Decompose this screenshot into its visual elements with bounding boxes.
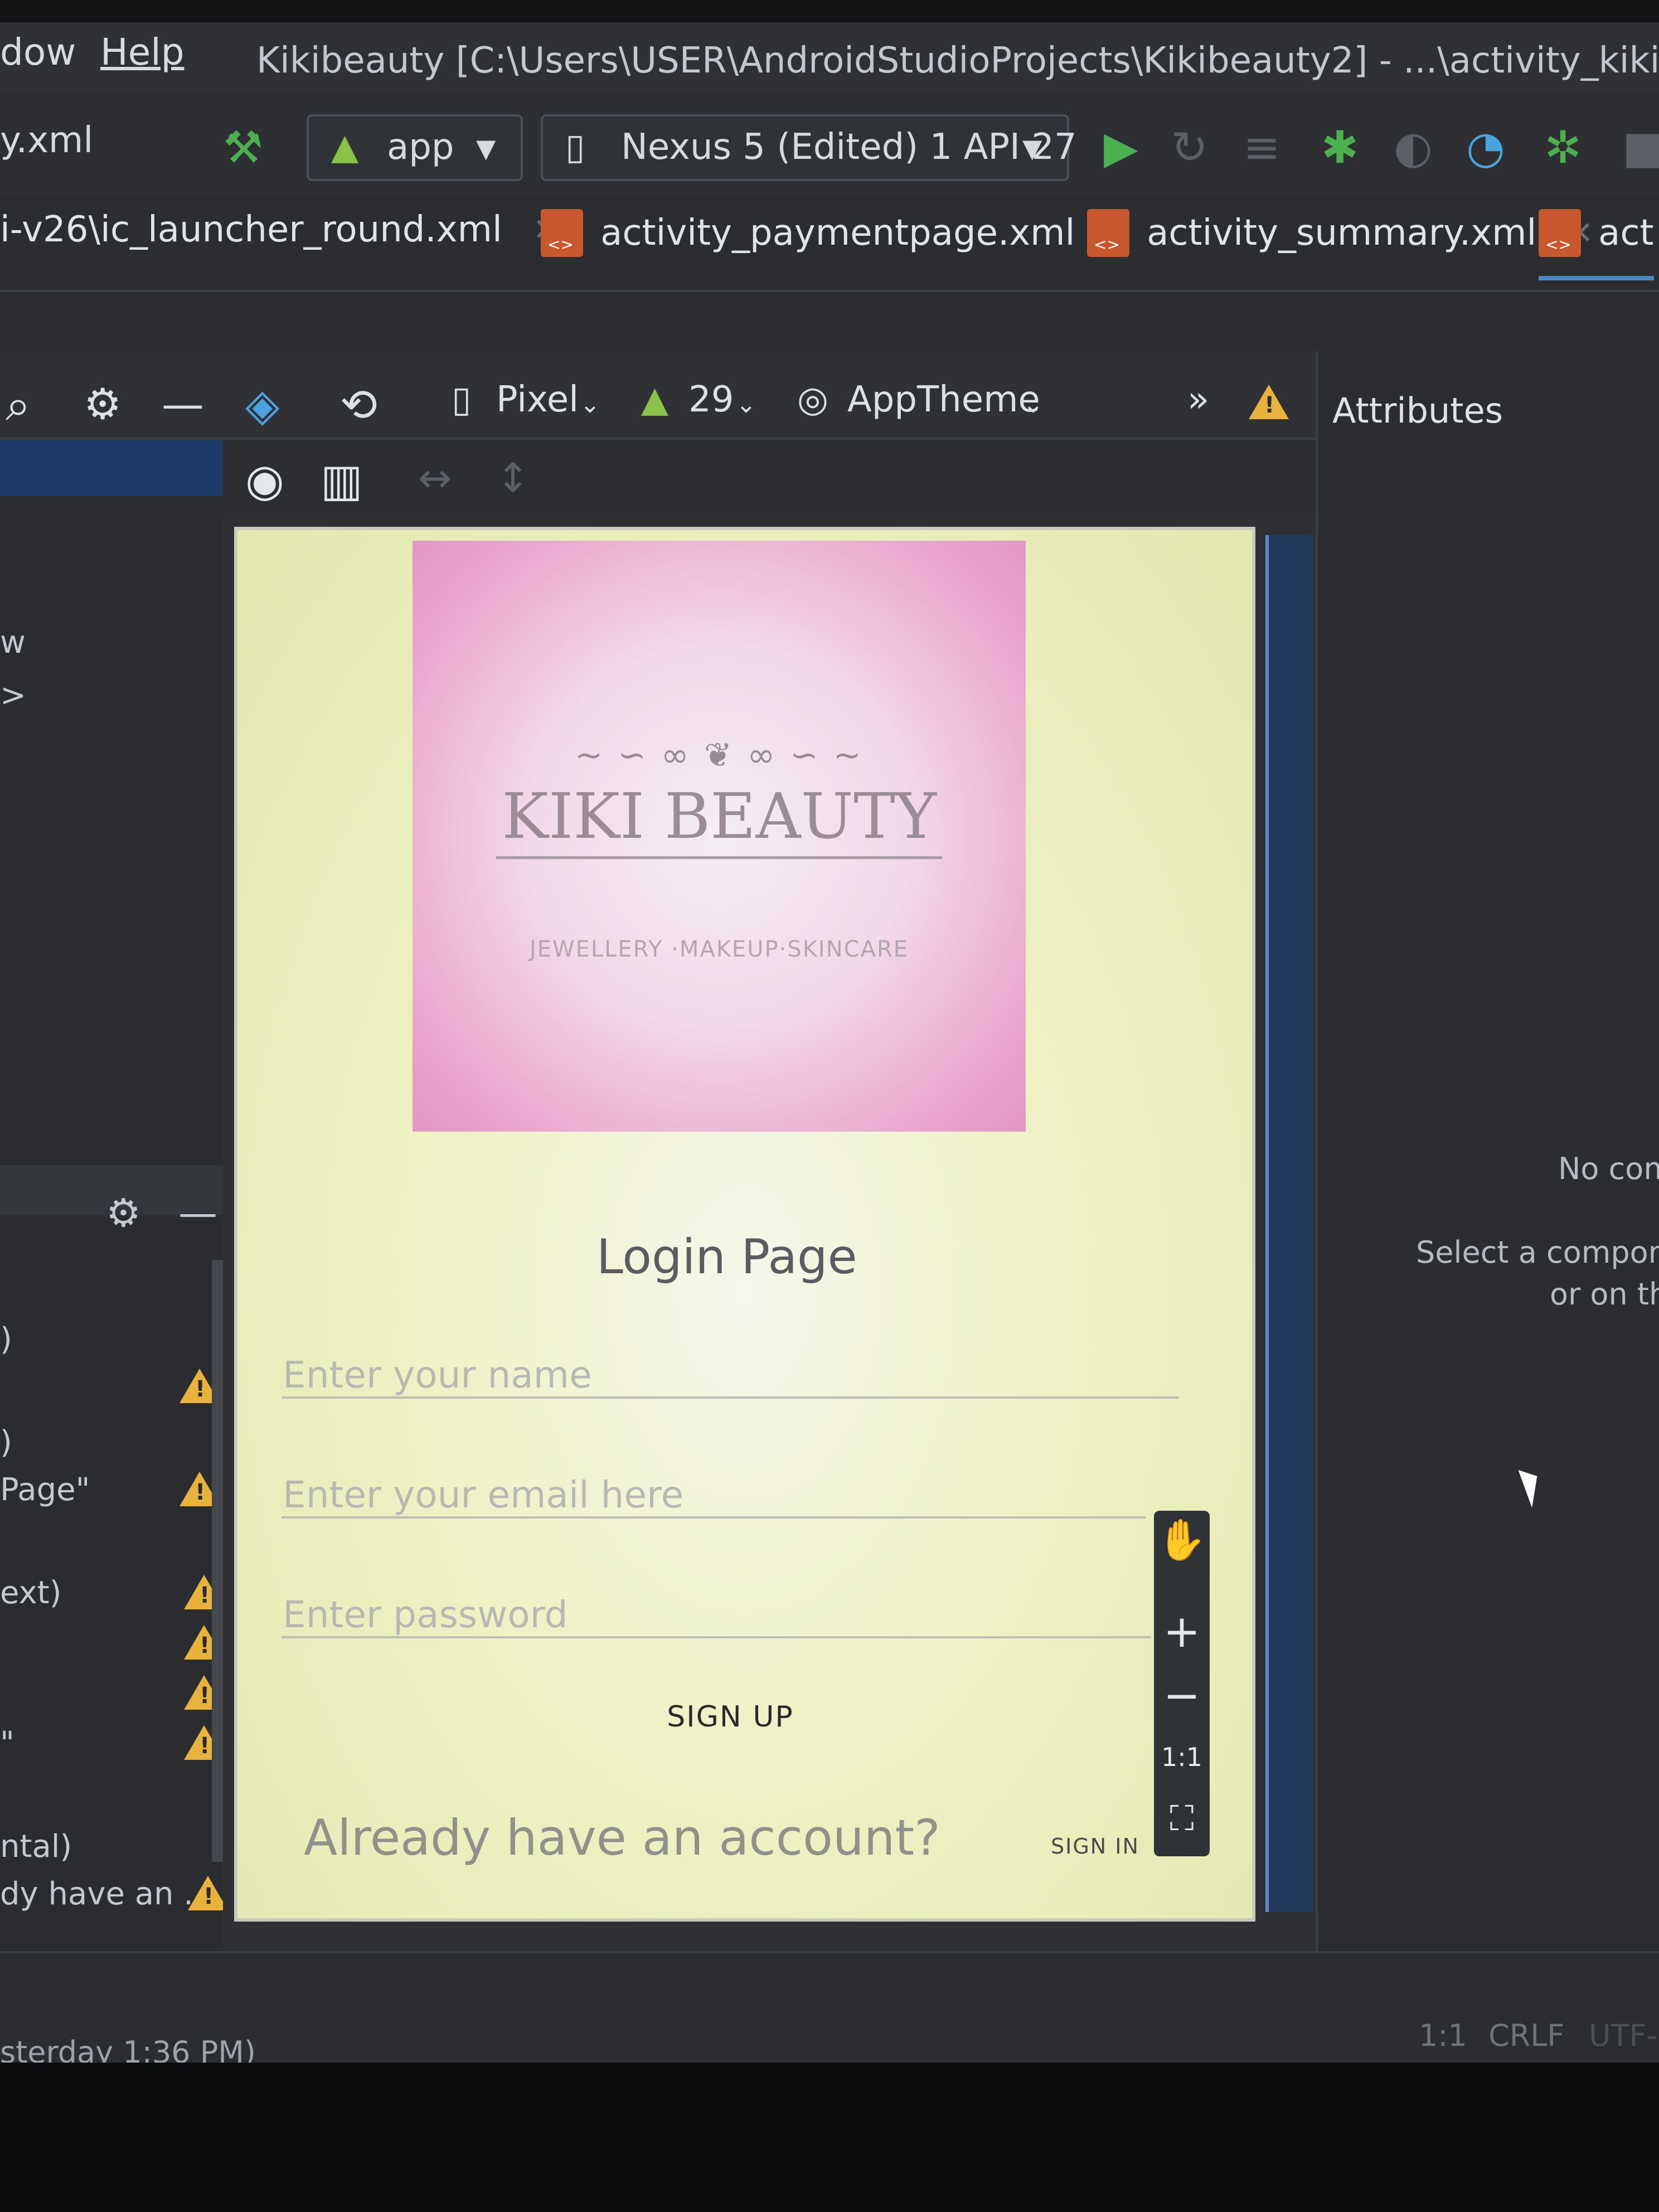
gear-icon[interactable]: ⚙ — [84, 379, 122, 429]
line-ending[interactable]: CRLF — [1488, 2018, 1564, 2053]
tree-item[interactable]: " — [0, 1725, 14, 1762]
tree-item[interactable]: ) — [0, 1321, 12, 1357]
file-encoding[interactable]: UTF-8 — [1589, 2018, 1659, 2053]
tree-item[interactable]: ntal) — [0, 1828, 72, 1865]
layout-file-icon — [541, 209, 583, 257]
tab-activity-summary[interactable]: activity_summary.xml ✕ — [1087, 209, 1593, 276]
chevron-down-icon: ▼ — [1022, 133, 1042, 163]
device-icon: ▯ — [565, 127, 585, 168]
zoom-out-button[interactable]: − — [1154, 1670, 1210, 1721]
theme-select[interactable]: AppTheme — [847, 379, 1040, 420]
vertical-resize-icon[interactable]: ↕ — [496, 454, 530, 501]
gear-icon[interactable]: ⚙ — [106, 1190, 141, 1236]
run-config-label: app — [387, 127, 454, 168]
signup-button[interactable]: SIGN UP — [641, 1700, 819, 1734]
android-icon: ▲ — [641, 379, 669, 420]
search-icon[interactable]: ⌕ — [6, 379, 31, 431]
debug-icon[interactable]: ✱ — [1321, 125, 1359, 170]
file-breadcrumb[interactable]: y.xml — [0, 120, 93, 161]
name-placeholder: Enter your name — [283, 1354, 592, 1396]
password-field[interactable]: Enter password — [282, 1583, 1151, 1638]
tab-activity-kikiloginactivity[interactable]: act — [1539, 209, 1654, 280]
attach-debugger-icon[interactable]: ◐ — [1394, 125, 1433, 170]
device-label: Nexus 5 (Edited) 1 API 27 — [621, 127, 1077, 168]
android-icon: ▲ — [331, 127, 359, 168]
warning-icon[interactable] — [1249, 385, 1289, 419]
logo-subtitle: JEWELLERY ·MAKEUP·SKINCARE — [529, 937, 909, 962]
attributes-title: Attributes — [1332, 390, 1503, 431]
hammer-icon[interactable]: ⚒ — [223, 125, 263, 170]
tab-ic-launcher-round[interactable]: i-v26\ic_launcher_round.xml ✕ — [0, 209, 559, 276]
attach-process-icon[interactable]: ✲ — [1544, 125, 1582, 170]
tree-item[interactable]: dy have an ... — [0, 1876, 214, 1912]
caret-position[interactable]: 1:1 — [1419, 2018, 1467, 2053]
collapse-icon[interactable]: — — [178, 1190, 217, 1236]
logo-ornament: ~ ∽ ∞ ❦ ∞ ∽ ~ — [575, 736, 864, 775]
window-title: Kikibeauty [C:\Users\USER\AndroidStudioP… — [256, 40, 1659, 81]
select-component-hint-line2: or on th — [1550, 1277, 1659, 1312]
chevron-down-icon: ▼ — [476, 133, 496, 163]
overflow-button[interactable]: » — [1187, 379, 1209, 420]
api-level-select[interactable]: 29 — [688, 379, 734, 420]
rerun-icon[interactable]: ↻ — [1171, 125, 1208, 170]
status-message: sterday 1:36 PM) — [0, 2035, 256, 2063]
no-component-message: No com — [1558, 1151, 1659, 1186]
zoom-in-button[interactable]: + — [1154, 1605, 1210, 1657]
email-field[interactable]: Enter your email here — [282, 1463, 1146, 1519]
tab-label: activity_paymentpage.xml — [600, 212, 1075, 254]
already-have-account-text[interactable]: Already have an account? — [304, 1809, 940, 1866]
palette-item[interactable]: w — [0, 624, 26, 661]
login-page-heading[interactable]: Login Page — [596, 1229, 857, 1285]
menu-window[interactable]: dow — [0, 31, 76, 74]
zoom-one-to-one-button[interactable]: 1:1 — [1154, 1742, 1210, 1772]
orientation-icon[interactable]: ⟲ — [340, 379, 377, 431]
horizontal-resize-icon[interactable]: ↔ — [418, 454, 452, 501]
eye-icon[interactable]: ◉ — [245, 454, 284, 506]
monitor-bezel — [0, 0, 1659, 22]
warning-icon[interactable] — [188, 1876, 228, 1910]
stop-icon[interactable]: ■ — [1622, 125, 1659, 170]
password-placeholder: Enter password — [283, 1593, 568, 1636]
email-placeholder: Enter your email here — [283, 1473, 684, 1516]
run-config-select[interactable]: ▲ app ▼ — [307, 114, 523, 181]
pan-hand-icon[interactable]: ✋ — [1154, 1516, 1210, 1564]
select-component-hint: Select a compone — [1416, 1235, 1659, 1270]
zoom-to-fit-icon[interactable]: ⛶ — [1154, 1798, 1210, 1839]
tab-label: act — [1598, 212, 1654, 254]
tree-scrollbar[interactable] — [212, 1260, 223, 1862]
collapse-icon[interactable]: — — [162, 379, 204, 429]
tree-item[interactable]: ) — [0, 1424, 12, 1461]
tab-label: activity_summary.xml — [1147, 212, 1537, 254]
layers-icon[interactable]: ◈ — [245, 379, 280, 431]
tab-label: i-v26\ic_launcher_round.xml — [0, 209, 502, 250]
menu-help[interactable]: Help — [100, 31, 184, 74]
device-pixel-select[interactable]: Pixel — [496, 379, 579, 420]
phone-icon: ▯ — [452, 379, 472, 420]
chevron-down-icon: ⌄ — [1023, 390, 1044, 419]
palette-item[interactable]: > — [0, 677, 26, 714]
run-icon[interactable]: ▶ — [1104, 125, 1138, 170]
apply-changes-icon[interactable]: ≡ — [1243, 125, 1280, 170]
chevron-down-icon: ⌄ — [580, 390, 600, 419]
device-select[interactable]: ▯ Nexus 5 (Edited) 1 API 27 ▼ — [541, 114, 1077, 181]
theme-icon: ◎ — [797, 379, 828, 420]
tree-item[interactable]: Page" — [0, 1472, 90, 1508]
signin-button[interactable]: SIGN IN — [1051, 1834, 1139, 1859]
android-studio-window: dow Help Kikibeauty [C:\Users\USER\Andro… — [0, 0, 1659, 2063]
blueprint-preview-strip[interactable] — [1265, 535, 1313, 1912]
tab-activity-paymentpage[interactable]: activity_paymentpage.xml ✕ — [541, 209, 1132, 276]
chevron-down-icon: ⌄ — [736, 390, 756, 419]
layout-file-icon — [1539, 209, 1581, 257]
selected-palette-item[interactable] — [0, 440, 223, 496]
blueprint-icon[interactable]: ▥ — [321, 454, 363, 506]
profiler-icon[interactable]: ◔ — [1466, 125, 1505, 170]
logo-title: KIKI BEAUTY — [496, 780, 942, 859]
design-subtoolbar — [223, 440, 1316, 513]
tree-item[interactable]: ext) — [0, 1575, 61, 1611]
name-field[interactable]: Enter your name — [282, 1343, 1179, 1399]
layout-file-icon — [1087, 209, 1129, 257]
